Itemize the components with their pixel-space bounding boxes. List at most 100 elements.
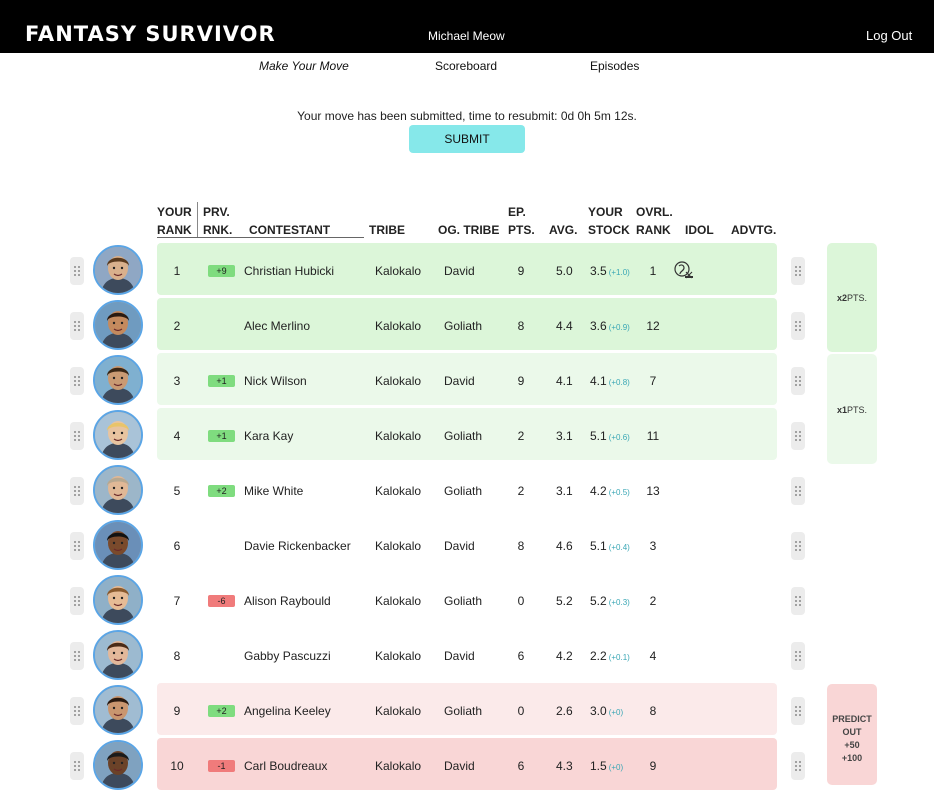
average-points: 4.4	[556, 319, 573, 333]
stock-price: 5.2	[590, 594, 607, 608]
rank-change-badge: +1	[208, 375, 235, 387]
average-points: 3.1	[556, 484, 573, 498]
average-points: 5.2	[556, 594, 573, 608]
overall-rank: 7	[649, 374, 657, 388]
drag-handle-left[interactable]	[70, 422, 84, 450]
x1-prefix: x1	[836, 405, 847, 415]
contestant-name: Kara Kay	[244, 429, 294, 443]
drag-handle-left[interactable]	[70, 697, 84, 725]
nav-episodes[interactable]: Episodes	[590, 59, 639, 73]
grip-dots-icon	[73, 706, 81, 716]
overall-rank: 2	[649, 594, 657, 608]
stock-price: 3.6	[590, 319, 607, 333]
drag-handle-left[interactable]	[70, 257, 84, 285]
col-tribe: TRIBE	[369, 223, 405, 237]
overall-rank: 13	[646, 484, 660, 498]
your-rank: 3	[173, 374, 181, 388]
contestant-name: Carl Boudreaux	[244, 759, 328, 773]
drag-handle-right[interactable]	[791, 697, 805, 725]
col-your-stock: YOUR STOCK	[588, 203, 630, 239]
stock-price: 5.1	[590, 429, 607, 443]
drag-handle-left[interactable]	[70, 312, 84, 340]
your-rank: 4	[173, 429, 181, 443]
grip-dots-icon	[794, 541, 802, 551]
x1-points-zone: x1PTS.	[827, 354, 877, 464]
drag-handle-left[interactable]	[70, 532, 84, 560]
drag-handle-right[interactable]	[791, 477, 805, 505]
original-tribe: David	[444, 264, 475, 278]
overall-rank: 11	[646, 429, 660, 443]
stock-price: 4.2	[590, 484, 607, 498]
predict-label-2: OUT	[842, 727, 862, 737]
drag-handle-left[interactable]	[70, 587, 84, 615]
col-stock-line2: STOCK	[588, 223, 630, 237]
stock-value: 1.5 (+0)	[590, 759, 623, 773]
drag-handle-left[interactable]	[70, 642, 84, 670]
grip-dots-icon	[73, 431, 81, 441]
tribe-name: Kalokalo	[375, 484, 422, 498]
drag-handle-left[interactable]	[70, 477, 84, 505]
your-rank: 10	[170, 759, 184, 773]
nav-scoreboard[interactable]: Scoreboard	[435, 59, 497, 73]
overall-rank: 8	[649, 704, 657, 718]
grip-dots-icon	[794, 321, 802, 331]
tribe-name: Kalokalo	[375, 704, 422, 718]
rank-change-badge: -6	[208, 595, 235, 607]
drag-handle-right[interactable]	[791, 587, 805, 615]
grip-dots-icon	[794, 376, 802, 386]
drag-handle-right[interactable]	[791, 312, 805, 340]
stock-value: 3.0 (+0)	[590, 704, 623, 718]
col-ep-pts-line2: PTS.	[508, 223, 535, 237]
submit-button[interactable]: SUBMIT	[409, 125, 525, 153]
col-ovrl-line2: RANK	[636, 223, 671, 237]
app-logo[interactable]: FANTASY SURVIVOR	[25, 22, 276, 46]
average-points: 4.6	[556, 539, 573, 553]
predict-label-4: +100	[841, 753, 863, 763]
contestant-avatar	[93, 410, 143, 460]
logout-button[interactable]: Log Out	[866, 28, 912, 43]
stock-value: 5.2 (+0.3)	[590, 594, 630, 608]
your-rank: 7	[173, 594, 181, 608]
contestant-name: Christian Hubicki	[244, 264, 335, 278]
stock-change: (+0.3)	[608, 598, 630, 607]
grip-dots-icon	[794, 761, 802, 771]
original-tribe: Goliath	[444, 594, 483, 608]
contestant-avatar	[93, 630, 143, 680]
drag-handle-right[interactable]	[791, 532, 805, 560]
x2-points-zone: x2PTS.	[827, 243, 877, 352]
your-rank: 1	[173, 264, 181, 278]
drag-handle-left[interactable]	[70, 367, 84, 395]
drag-handle-right[interactable]	[791, 422, 805, 450]
stock-change: (+0.4)	[608, 543, 630, 552]
username: Michael Meow	[428, 29, 505, 43]
average-points: 4.2	[556, 649, 573, 663]
contestant-name: Nick Wilson	[244, 374, 307, 388]
stock-price: 5.1	[590, 539, 607, 553]
nav-make-your-move[interactable]: Make Your Move	[259, 59, 349, 73]
drag-handle-right[interactable]	[791, 367, 805, 395]
episode-points: 2	[517, 484, 525, 498]
drag-handle-right[interactable]	[791, 752, 805, 780]
resubmit-status: Your move has been submitted, time to re…	[297, 109, 637, 123]
contestant-name: Alison Raybould	[244, 594, 331, 608]
episode-points: 9	[517, 264, 525, 278]
drag-handle-right[interactable]	[791, 642, 805, 670]
stock-change: (+1.0)	[608, 268, 630, 277]
overall-rank: 4	[649, 649, 657, 663]
original-tribe: David	[444, 759, 475, 773]
grip-dots-icon	[794, 486, 802, 496]
contestant-name: Gabby Pascuzzi	[244, 649, 331, 663]
drag-handle-right[interactable]	[791, 257, 805, 285]
episode-points: 6	[517, 649, 525, 663]
overall-rank: 9	[649, 759, 657, 773]
tribe-name: Kalokalo	[375, 539, 422, 553]
col-ep-pts-line1: EP.	[508, 205, 526, 219]
rank-change-badge: +2	[208, 705, 235, 717]
stock-value: 3.5 (+1.0)	[590, 264, 630, 278]
drag-handle-left[interactable]	[70, 752, 84, 780]
predict-out-zone: PREDICT OUT +50 +100	[827, 684, 877, 785]
stock-change: (+0.6)	[608, 433, 630, 442]
episode-points: 2	[517, 429, 525, 443]
grip-dots-icon	[73, 541, 81, 551]
grip-dots-icon	[73, 761, 81, 771]
